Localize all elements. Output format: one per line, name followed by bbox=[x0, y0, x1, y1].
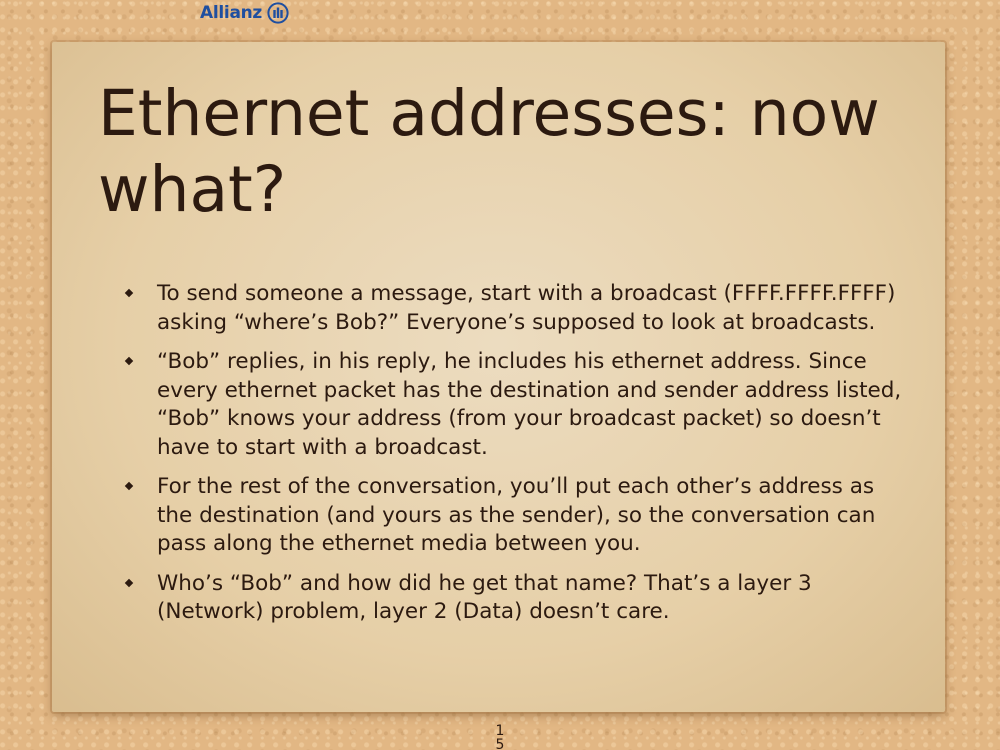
bullet-diamond-icon bbox=[124, 481, 134, 491]
brand-logo: Allianz bbox=[200, 0, 289, 26]
bullet-item: To send someone a message, start with a … bbox=[123, 280, 903, 337]
bullet-item: Who’s “Bob” and how did he get that name… bbox=[123, 570, 903, 627]
bullet-text: To send someone a message, start with a … bbox=[157, 281, 896, 335]
bullet-diamond-icon bbox=[124, 356, 134, 366]
logo-text: Allianz bbox=[200, 3, 263, 23]
bullet-item: For the rest of the conversation, you’ll… bbox=[123, 473, 903, 559]
allianz-logo-icon bbox=[267, 2, 289, 24]
bullet-text: For the rest of the conversation, you’ll… bbox=[157, 474, 876, 556]
bullet-text: “Bob” replies, in his reply, he includes… bbox=[157, 349, 902, 460]
page-number: 15 bbox=[495, 723, 505, 750]
bullet-item: “Bob” replies, in his reply, he includes… bbox=[123, 348, 903, 462]
bullet-diamond-icon bbox=[124, 578, 134, 587]
bullet-list: To send someone a message, start with a … bbox=[123, 280, 903, 638]
bullet-diamond-icon bbox=[124, 288, 134, 298]
slide-title: Ethernet addresses: now what? bbox=[98, 77, 880, 226]
bullet-text: Who’s “Bob” and how did he get that name… bbox=[157, 570, 812, 625]
